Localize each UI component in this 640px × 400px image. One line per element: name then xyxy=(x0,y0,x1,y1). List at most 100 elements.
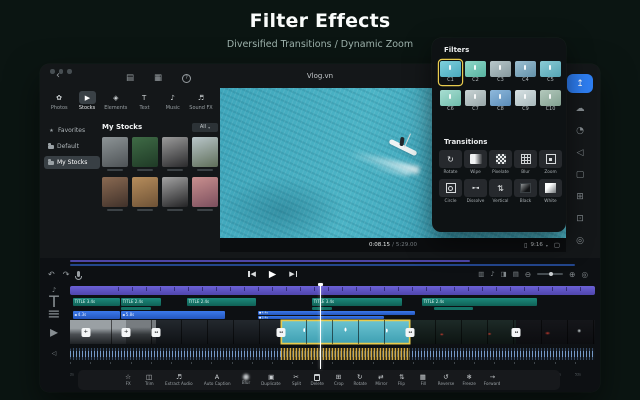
filter-item[interactable]: C9 xyxy=(514,89,537,114)
action-button[interactable]: ⊞ Crop xyxy=(331,373,347,387)
zoom-slider-handle[interactable] xyxy=(549,272,553,276)
chevron-down-icon[interactable]: ▾ xyxy=(546,243,548,248)
transition-marker[interactable]: ▸◂ xyxy=(277,328,286,337)
track-head-icon[interactable]: ▸ xyxy=(40,328,68,336)
action-button[interactable]: → Forward xyxy=(482,373,502,387)
filter-item[interactable]: C7 xyxy=(464,89,487,114)
stock-thumbnail[interactable] xyxy=(162,177,188,207)
stock-item[interactable] xyxy=(102,137,128,171)
transition-button[interactable] xyxy=(514,179,537,197)
action-button[interactable]: ❄ Freeze xyxy=(461,373,477,387)
filter-item[interactable]: C6 xyxy=(439,89,462,114)
rail-tool-button[interactable]: ◁ xyxy=(569,144,591,162)
media-tab[interactable]: ✿ Photos xyxy=(45,88,73,120)
transition-item[interactable]: Wipe xyxy=(464,150,487,176)
track-head-icon[interactable]: ≡ xyxy=(40,310,68,318)
action-button[interactable]: Blur xyxy=(238,374,254,386)
zoom-button[interactable] xyxy=(67,69,72,74)
transition-button[interactable]: ↻ xyxy=(439,150,462,168)
action-button[interactable]: ▣ Duplicate xyxy=(259,373,283,387)
rail-tool-button[interactable]: ▢ xyxy=(569,166,591,184)
time-ruler[interactable]: 2s4s6s8s10s12s14s16s18s20s22s24s26s28s30… xyxy=(70,362,595,369)
caption-stacked-segment[interactable]: 4.4s xyxy=(258,311,416,315)
action-button[interactable]: ↺ Reverse xyxy=(436,373,456,387)
audio-waveform-track[interactable] xyxy=(70,348,595,360)
timeline-tool-icon[interactable] xyxy=(77,271,80,277)
playhead[interactable] xyxy=(320,283,321,369)
stock-thumbnail[interactable] xyxy=(192,177,218,207)
transition-button[interactable] xyxy=(439,179,462,197)
track-toggle-icon[interactable]: ▤ xyxy=(513,270,519,278)
stock-thumbnail[interactable] xyxy=(102,177,128,207)
caption-segment[interactable]: 4.3s xyxy=(73,311,120,319)
stock-thumbnail[interactable] xyxy=(162,137,188,167)
video-clip[interactable] xyxy=(516,320,595,344)
next-frame-button[interactable]: ▶ xyxy=(289,270,297,278)
title-segment[interactable]: TITLE 3.4s xyxy=(73,298,120,306)
zoom-out-icon[interactable]: ⊖ xyxy=(525,270,531,279)
close-button[interactable] xyxy=(50,69,55,74)
video-clip[interactable] xyxy=(281,320,410,344)
transition-button[interactable] xyxy=(464,150,487,168)
action-button[interactable]: ↻ Rotate xyxy=(352,373,368,387)
stock-item[interactable] xyxy=(162,137,188,171)
transition-item[interactable]: Zoom xyxy=(539,150,562,176)
action-button[interactable]: Delete xyxy=(309,374,325,387)
media-tab[interactable]: ▶ Stocks xyxy=(73,88,101,120)
transition-item[interactable]: Pixelate xyxy=(489,150,512,176)
transition-item[interactable]: White xyxy=(539,179,562,205)
filter-item[interactable]: C1 xyxy=(439,60,462,85)
action-button[interactable]: ♬ Extract Audio xyxy=(162,373,196,387)
title-mini-segment[interactable] xyxy=(121,307,151,310)
title-segment[interactable]: TITLE 2.4s xyxy=(422,298,536,306)
transition-button[interactable]: ⇅ xyxy=(489,179,512,197)
video-clip[interactable] xyxy=(156,320,281,344)
track-toggle-icon[interactable]: ▥ xyxy=(478,270,484,278)
track-head-icon[interactable]: ◁ xyxy=(40,349,68,359)
transition-item[interactable]: ↻ Rotate xyxy=(439,150,462,176)
timeline-zoom-slider[interactable] xyxy=(537,273,563,275)
sidebar-item[interactable]: ★ Favorites xyxy=(44,124,100,137)
action-button[interactable]: ⇅ Flip xyxy=(394,373,410,387)
transition-item[interactable]: Black xyxy=(514,179,537,205)
action-button[interactable]: ◫ Trim xyxy=(141,373,157,387)
titlebar-icon[interactable]: ‹ xyxy=(56,71,60,81)
media-tab[interactable]: ♪ Music xyxy=(159,88,187,120)
transition-marker[interactable]: ▸◂ xyxy=(152,328,161,337)
titlebar-icon[interactable]: ▦ xyxy=(154,73,162,83)
title-segment[interactable]: TITLE 3.4s xyxy=(312,298,402,306)
filter-item[interactable]: C4 xyxy=(514,60,537,85)
rail-tool-button[interactable]: ⊞ xyxy=(569,188,591,206)
action-button[interactable]: ⇄ Mirror xyxy=(373,373,389,387)
stock-item[interactable] xyxy=(132,177,158,211)
action-button[interactable]: ✂ Split xyxy=(288,373,304,387)
title-segment[interactable]: TITLE 2.4s xyxy=(121,298,161,306)
action-button[interactable]: ☆ FX xyxy=(120,373,136,387)
transition-item[interactable]: Circle xyxy=(439,179,462,205)
transition-marker[interactable]: + xyxy=(122,328,131,337)
rail-tool-button[interactable]: ◔ xyxy=(569,122,591,140)
rail-tool-button[interactable]: ☁ xyxy=(569,100,591,118)
caption-stacked-segment[interactable]: 3.4s xyxy=(258,316,384,320)
previous-frame-button[interactable]: ◀ xyxy=(248,270,256,278)
track-toggle-icon[interactable]: ♪ xyxy=(490,270,494,278)
action-button[interactable]: A Auto Caption xyxy=(201,373,234,387)
rail-tool-button[interactable]: ↥ xyxy=(567,74,593,93)
stock-item[interactable] xyxy=(192,137,218,171)
video-clip[interactable] xyxy=(410,320,516,344)
transition-button[interactable] xyxy=(539,150,562,168)
title-segment[interactable]: TITLE 2.4s xyxy=(187,298,256,306)
filter-item[interactable]: C3 xyxy=(489,60,512,85)
rail-tool-button[interactable]: ⊡ xyxy=(569,210,591,228)
transition-marker[interactable]: + xyxy=(81,328,90,337)
transition-item[interactable]: ⇅ Vertical xyxy=(489,179,512,205)
filter-item[interactable]: C10 xyxy=(539,89,562,114)
transition-button[interactable] xyxy=(489,150,512,168)
media-tab[interactable]: T Text xyxy=(130,88,158,120)
filter-item[interactable]: C2 xyxy=(464,60,487,85)
transition-item[interactable]: ►◄ Dissolve xyxy=(464,179,487,205)
stocks-filter-dropdown[interactable]: All ▾ xyxy=(192,123,218,132)
window-controls[interactable] xyxy=(50,69,72,74)
transition-button[interactable] xyxy=(539,179,562,197)
action-button[interactable]: ▦ Fill xyxy=(415,373,431,387)
